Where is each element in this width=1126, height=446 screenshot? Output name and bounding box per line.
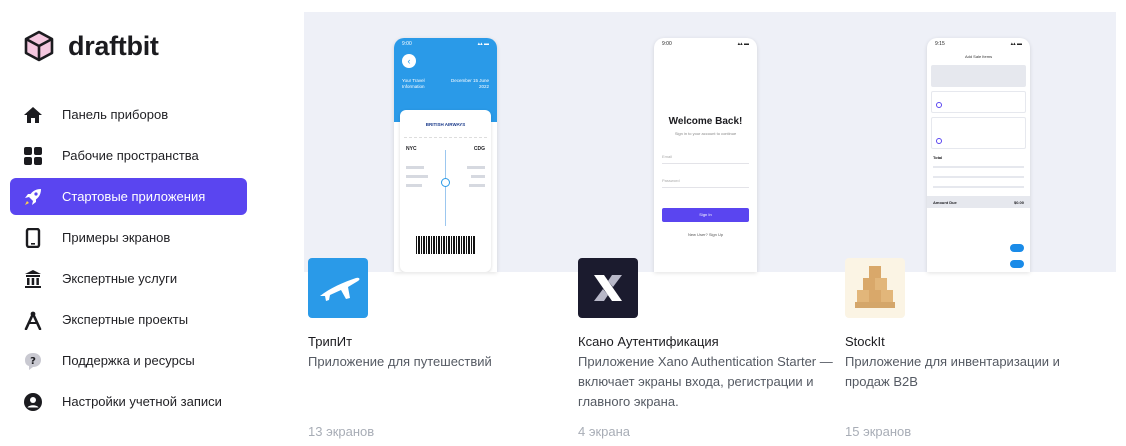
phone-icon (22, 227, 44, 249)
preview-text: Sign in to your account to continue (674, 131, 737, 136)
nav-item-label: Поддержка и ресурсы (62, 353, 195, 368)
preview-text: BRITISH AIRWAYS (425, 122, 466, 127)
card-description: Приложение для инвентаризации и продаж B… (845, 354, 1060, 389)
preview-text: CDG (473, 146, 485, 152)
nav-item-account-settings[interactable]: Настройки учетной записи (10, 383, 247, 420)
app-preview: 9:15 ▴▴ ▬ Add Sale Items Total Amount Due… (841, 12, 1116, 272)
preview-text: Welcome Back! (668, 116, 743, 127)
card-screen-count: 4 экрана (578, 424, 631, 439)
rocket-icon (22, 186, 44, 208)
nav-item-label: Панель приборов (62, 107, 169, 122)
preview-text: NYC (406, 146, 417, 152)
app-window: draftbit Панель приборов Рабочие простра… (0, 0, 1126, 446)
home-icon (22, 104, 44, 126)
nav-item-dashboard[interactable]: Панель приборов (10, 96, 247, 133)
card-title: StockIt (845, 334, 885, 349)
preview-text: Email (662, 154, 749, 164)
nav-item-label: Примеры экранов (62, 230, 171, 245)
toggle (1010, 260, 1024, 268)
starter-app-card-xano[interactable]: 9:00 ▴▴ ▬ Welcome Back! Sign in to your a… (574, 12, 849, 446)
starter-apps-grid: 9:00 ▴▴ ▬ ‹ Your Travel Information Decem… (262, 0, 1126, 446)
status-time: 9:00 (402, 41, 412, 47)
nav-item-label: Настройки учетной записи (62, 394, 222, 409)
preview-text: Your Travel Information (402, 78, 425, 89)
preview-text: December 15 June 2022 (450, 78, 489, 89)
preview-text: $0.00 (1013, 199, 1024, 205)
preview-text: Total (933, 155, 943, 160)
preview-text: Add Sale Items (964, 54, 993, 59)
nav-item-screen-examples[interactable]: Примеры экранов (10, 219, 247, 256)
airplane-icon (308, 258, 368, 318)
brand-logo[interactable]: draftbit (22, 26, 159, 66)
starter-app-card-stockit[interactable]: 9:15 ▴▴ ▬ Add Sale Items Total Amount Due… (841, 12, 1116, 446)
toggle (1010, 244, 1024, 252)
user-icon (22, 391, 44, 413)
nav-item-workspaces[interactable]: Рабочие пространства (10, 137, 247, 174)
card-screen-count: 13 экранов (308, 424, 375, 439)
nav-item-label: Стартовые приложения (62, 189, 206, 204)
app-preview: 9:00 ▴▴ ▬ ‹ Your Travel Information Decem… (304, 12, 579, 272)
nav-item-label: Экспертные услуги (62, 271, 178, 286)
sidebar: draftbit Панель приборов Рабочие простра… (0, 0, 262, 446)
nav-item-label: Экспертные проекты (62, 312, 189, 327)
nav-item-label: Рабочие пространства (62, 148, 199, 163)
phone-mockup: 9:00 ▴▴ ▬ Welcome Back! Sign in to your a… (654, 38, 757, 272)
status-time: 9:00 (662, 41, 672, 47)
phone-mockup: 9:00 ▴▴ ▬ ‹ Your Travel Information Decem… (394, 38, 497, 272)
help-icon: ? (22, 350, 44, 372)
card-title: ТрипИт (308, 334, 353, 349)
card-description: Приложение Xano Authentication Starter —… (578, 354, 833, 409)
preview-text: Sign In (662, 208, 749, 222)
compass-icon (22, 309, 44, 331)
brand-name: draftbit (68, 30, 159, 61)
phone-mockup: 9:15 ▴▴ ▬ Add Sale Items Total Amount Due… (927, 38, 1030, 272)
card-title: Ксано Аутентификация (578, 334, 719, 349)
barcode (416, 236, 476, 254)
starter-app-card-tripit[interactable]: 9:00 ▴▴ ▬ ‹ Your Travel Information Decem… (304, 12, 579, 446)
grid-icon (22, 145, 44, 167)
preview-text: New User? Sign Up (687, 232, 724, 237)
sidebar-nav: Панель приборов Рабочие пространства Ста… (10, 96, 247, 424)
cube-icon (24, 30, 54, 62)
nav-item-expert-services[interactable]: Экспертные услуги (10, 260, 247, 297)
card-description: Приложение для путешествий (308, 354, 492, 369)
status-time: 9:15 (935, 41, 945, 47)
preview-text: Amount Due (933, 199, 957, 205)
boxes-icon (845, 258, 905, 318)
preview-text: Password (662, 178, 749, 188)
nav-item-expert-projects[interactable]: Экспертные проекты (10, 301, 247, 338)
nav-item-support[interactable]: ? Поддержка и ресурсы (10, 342, 247, 379)
app-preview: 9:00 ▴▴ ▬ Welcome Back! Sign in to your a… (574, 12, 849, 272)
nav-item-starter-apps[interactable]: Стартовые приложения (10, 178, 247, 215)
building-icon (22, 268, 44, 290)
x-logo-icon (578, 258, 638, 318)
card-screen-count: 15 экранов (845, 424, 912, 439)
back-icon: ‹ (402, 54, 416, 68)
svg-text:?: ? (30, 356, 36, 367)
